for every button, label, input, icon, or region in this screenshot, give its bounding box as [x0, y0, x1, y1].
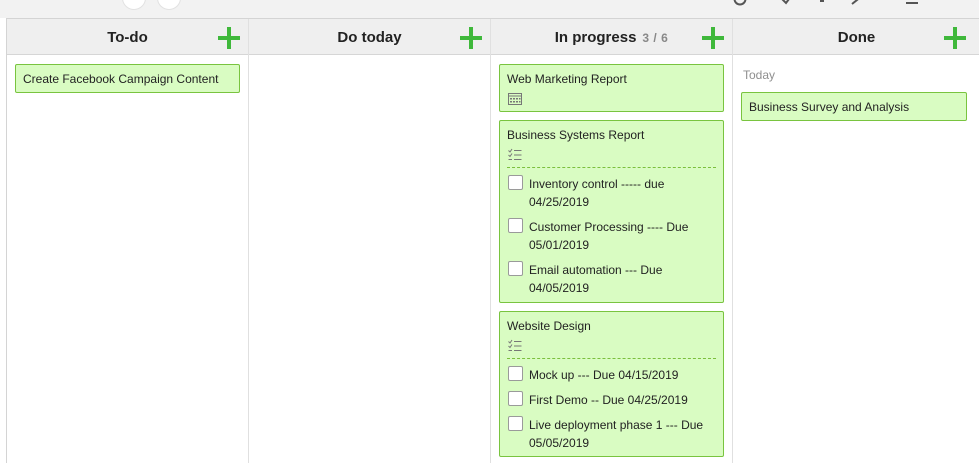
card[interactable]: Create Facebook Campaign Content	[15, 64, 240, 93]
column-count: 3 / 6	[642, 31, 669, 45]
checklist-item: Inventory control ----- due 04/25/2019	[508, 175, 717, 211]
checklist-icon	[508, 148, 522, 160]
card[interactable]: Business Systems Report Inventory contro…	[499, 120, 724, 303]
nav-back-button[interactable]	[122, 0, 146, 10]
checklist-item-text: Customer Processing ---- Due 05/01/2019	[529, 220, 689, 252]
checklist-item-text: Email automation --- Due 04/05/2019	[529, 263, 663, 295]
nav-forward-button[interactable]	[157, 0, 181, 10]
column-done: Done Today Business Survey and Analysis	[733, 19, 979, 463]
column-title: In progress 3 / 6	[554, 29, 669, 46]
card-divider	[507, 167, 716, 168]
top-toolbar	[0, 0, 979, 18]
add-card-button[interactable]	[460, 27, 482, 49]
checklist-item-text: First Demo -- Due 04/25/2019	[529, 393, 688, 407]
checklist-checkbox[interactable]	[508, 391, 523, 406]
clock-icon[interactable]	[733, 0, 747, 6]
checklist-checkbox[interactable]	[508, 416, 523, 431]
checklist-checkbox[interactable]	[508, 261, 523, 276]
checklist-item-text: Inventory control ----- due 04/25/2019	[529, 177, 665, 209]
column-header: Done	[733, 19, 979, 55]
card[interactable]: Web Marketing Report	[499, 64, 724, 112]
add-card-button[interactable]	[944, 27, 966, 49]
add-card-button[interactable]	[218, 27, 240, 49]
calendar-icon	[508, 93, 522, 105]
card-title: Business Systems Report	[507, 128, 645, 142]
column-title: Done	[837, 29, 876, 46]
column-header: To-do	[7, 19, 248, 55]
share-icon[interactable]	[850, 0, 864, 6]
checklist-item: Live deployment phase 1 --- Due 05/05/20…	[508, 416, 717, 452]
checklist-item: Mock up --- Due 04/15/2019	[508, 366, 717, 384]
kanban-board: To-do Create Facebook Campaign Content D…	[6, 18, 979, 463]
checklist-checkbox[interactable]	[508, 175, 523, 190]
column-header: Do today	[249, 19, 490, 55]
column-in-progress: In progress 3 / 6 Web Marketing Report Bu…	[491, 19, 733, 463]
card-divider	[507, 358, 716, 359]
check-icon[interactable]	[780, 0, 794, 6]
checklist-item-text: Live deployment phase 1 --- Due 05/05/20…	[529, 418, 704, 450]
column-todo: To-do Create Facebook Campaign Content	[7, 19, 249, 463]
checklist-item-text: Mock up --- Due 04/15/2019	[529, 368, 679, 382]
card[interactable]: Business Survey and Analysis	[741, 92, 967, 121]
card-title: Business Survey and Analysis	[749, 100, 910, 114]
checklist-item: First Demo -- Due 04/25/2019	[508, 391, 717, 409]
menu-icon[interactable]	[905, 0, 919, 6]
pin-icon[interactable]	[815, 0, 829, 6]
checklist-icon	[508, 339, 522, 351]
column-do-today: Do today	[249, 19, 491, 463]
checklist-item: Customer Processing ---- Due 05/01/2019	[508, 218, 717, 254]
column-title: Do today	[337, 29, 402, 46]
checklist-item: Email automation --- Due 04/05/2019	[508, 261, 717, 297]
card[interactable]: Website Design Mock up --- Due 04/15/201…	[499, 311, 724, 457]
add-card-button[interactable]	[702, 27, 724, 49]
card-title: Create Facebook Campaign Content	[23, 72, 219, 86]
column-header: In progress 3 / 6	[491, 19, 732, 55]
checklist-checkbox[interactable]	[508, 366, 523, 381]
card-title: Web Marketing Report	[507, 72, 627, 86]
checklist-checkbox[interactable]	[508, 218, 523, 233]
section-label-today: Today	[743, 68, 776, 82]
card-title: Website Design	[507, 319, 591, 333]
column-title: To-do	[107, 29, 148, 46]
